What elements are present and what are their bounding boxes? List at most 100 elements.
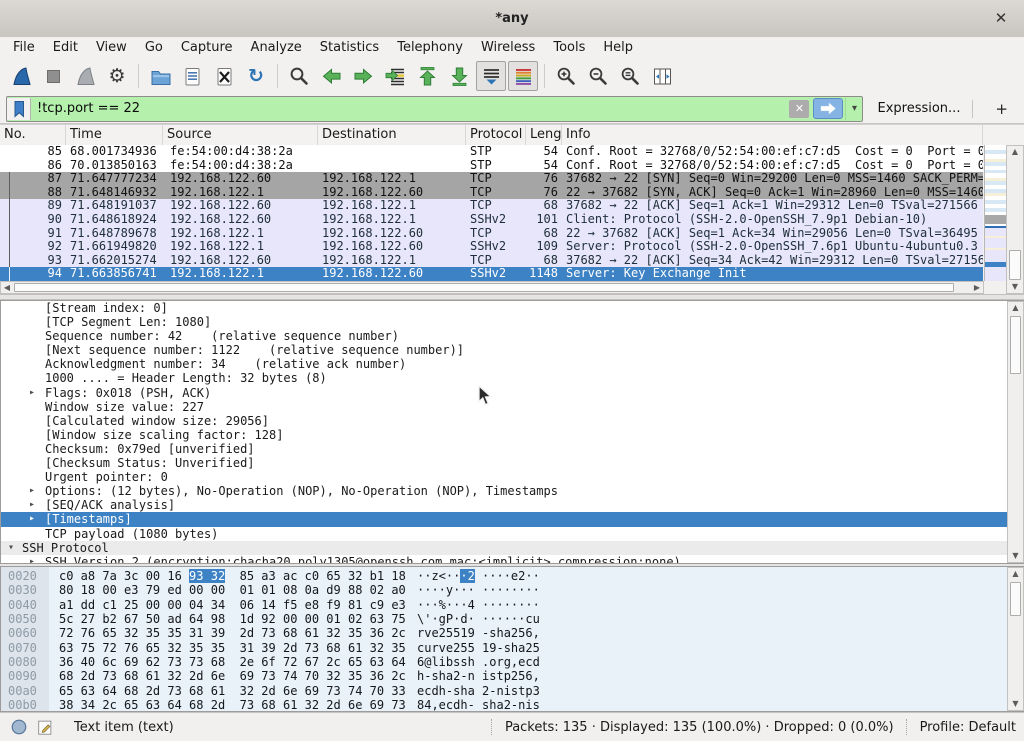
packet-row[interactable]: 9271.661949820192.168.122.1192.168.122.6… — [0, 240, 983, 254]
hex-ascii[interactable]: h-sha2-n istp256, — [417, 669, 540, 683]
menu-tools[interactable]: Tools — [544, 38, 594, 57]
filter-bookmark-button[interactable] — [7, 98, 31, 120]
hex-ascii[interactable]: rve25519 -sha256, — [417, 626, 540, 640]
display-filter-input[interactable]: !tcp.port == 22 ✕ ▾ — [6, 96, 863, 122]
packet-row[interactable]: 9171.648789678192.168.122.1192.168.122.6… — [0, 227, 983, 241]
expander-closed-icon[interactable]: ▸ — [29, 512, 35, 526]
filter-dropdown-button[interactable]: ▾ — [845, 98, 862, 120]
hex-row[interactable]: 00b038 34 2c 65 63 64 68 2d 73 68 61 32 … — [1, 698, 1023, 712]
menu-edit[interactable]: Edit — [44, 38, 87, 57]
hex-row[interactable]: 0020c0 a8 7a 3c 00 16 93 32 85 a3 ac c0 … — [1, 569, 1023, 583]
menu-view[interactable]: View — [87, 38, 136, 57]
detail-line[interactable]: ▸SSH Version 2 (encryption:chacha20_poly… — [1, 555, 1023, 564]
column-header-protocol[interactable]: Protocol — [466, 125, 526, 145]
detail-line[interactable]: Sequence number: 42 (relative sequence n… — [1, 329, 1023, 343]
add-filter-button[interactable]: + — [985, 100, 1018, 118]
packet-list-horizontal-scrollbar[interactable]: ◀ ▶ — [0, 281, 984, 294]
hex-ascii[interactable]: ····y··· ········ — [417, 583, 540, 597]
hex-row[interactable]: 00505c 27 b2 67 50 ad 64 98 1d 92 00 00 … — [1, 612, 1023, 626]
packet-row[interactable]: 8871.648146932192.168.122.1192.168.122.6… — [0, 186, 983, 200]
start-capture-button[interactable] — [6, 61, 36, 91]
resize-columns-button[interactable] — [647, 61, 677, 91]
hex-row[interactable]: 0040a1 dd c1 25 00 00 04 34 06 14 f5 e8 … — [1, 598, 1023, 612]
save-file-button[interactable] — [177, 61, 207, 91]
scroll-right-arrow[interactable]: ▶ — [971, 282, 983, 293]
title-bar[interactable]: *any ✕ — [0, 0, 1024, 38]
hex-bytes[interactable]: 80 18 00 e3 79 ed 00 00 01 01 08 0a d9 8… — [59, 583, 406, 597]
hex-row[interactable]: 003080 18 00 e3 79 ed 00 00 01 01 08 0a … — [1, 583, 1023, 597]
detail-line[interactable]: Acknowledgment number: 34 (relative ack … — [1, 357, 1023, 371]
restart-capture-button[interactable] — [70, 61, 100, 91]
packet-row[interactable]: 9071.648618924192.168.122.60192.168.122.… — [0, 213, 983, 227]
column-header-destination[interactable]: Destination — [318, 125, 466, 145]
column-header-length[interactable]: Length — [526, 125, 562, 145]
detail-line[interactable]: Checksum: 0x79ed [unverified] — [1, 442, 1023, 456]
hex-row[interactable]: 006072 76 65 32 35 35 31 39 2d 73 68 61 … — [1, 626, 1023, 640]
detail-line[interactable]: [Calculated window size: 29056] — [1, 414, 1023, 428]
hex-bytes[interactable]: c0 a8 7a 3c 00 16 93 32 85 a3 ac c0 65 3… — [59, 569, 406, 583]
hex-bytes[interactable]: 38 34 2c 65 63 64 68 2d 73 68 61 32 2d 6… — [59, 698, 406, 712]
menu-file[interactable]: File — [4, 38, 44, 57]
scroll-up-arrow[interactable]: ▲ — [1007, 146, 1023, 158]
profile-text[interactable]: Profile: Default — [920, 720, 1016, 735]
scroll-thumb[interactable] — [1010, 582, 1021, 616]
packet-row[interactable]: 8568.001734936fe:54:00:d4:38:2aSTP54Conf… — [0, 145, 983, 159]
packet-row[interactable]: 9471.663856741192.168.122.1192.168.122.6… — [0, 267, 983, 281]
scroll-thumb[interactable] — [1009, 250, 1021, 280]
hex-ascii[interactable]: curve255 19-sha25 — [417, 641, 540, 655]
detail-line[interactable]: ▸Flags: 0x018 (PSH, ACK) — [1, 386, 1023, 400]
expander-closed-icon[interactable]: ▸ — [29, 484, 35, 498]
scroll-thumb[interactable] — [14, 283, 954, 292]
scroll-down-arrow[interactable]: ▼ — [1008, 698, 1023, 710]
column-header-no[interactable]: No. — [0, 125, 66, 145]
scroll-left-arrow[interactable]: ◀ — [1, 282, 13, 293]
hex-bytes[interactable]: 5c 27 b2 67 50 ad 64 98 1d 92 00 00 01 0… — [59, 612, 406, 626]
menu-wireless[interactable]: Wireless — [472, 38, 544, 57]
hex-ascii[interactable]: 84,ecdh- sha2-nis — [417, 698, 540, 712]
hex-row[interactable]: 00a065 63 64 68 2d 73 68 61 32 2d 6e 69 … — [1, 684, 1023, 698]
hex-ascii[interactable]: ···%···4 ········ — [417, 598, 540, 612]
first-packet-button[interactable] — [412, 61, 442, 91]
detail-line[interactable]: ▸[Timestamps] — [1, 512, 1023, 526]
menu-go[interactable]: Go — [136, 38, 172, 57]
menu-capture[interactable]: Capture — [172, 38, 242, 57]
detail-line[interactable]: Window size value: 227 — [1, 400, 1023, 414]
menu-statistics[interactable]: Statistics — [311, 38, 388, 57]
scroll-up-arrow[interactable]: ▲ — [1008, 302, 1023, 314]
hex-row[interactable]: 007063 75 72 76 65 32 35 35 31 39 2d 73 … — [1, 641, 1023, 655]
packet-row[interactable]: 8771.647777234192.168.122.60192.168.122.… — [0, 172, 983, 186]
hex-bytes[interactable]: 65 63 64 68 2d 73 68 61 32 2d 6e 69 73 7… — [59, 684, 406, 698]
close-file-button[interactable] — [209, 61, 239, 91]
hex-bytes[interactable]: 72 76 65 32 35 35 31 39 2d 73 68 61 32 3… — [59, 626, 406, 640]
previous-packet-button[interactable] — [316, 61, 346, 91]
packet-list-vertical-scrollbar[interactable]: ▲ ▼ — [1006, 145, 1024, 294]
expander-closed-icon[interactable]: ▸ — [29, 555, 35, 564]
detail-line[interactable]: ▾SSH Protocol — [1, 541, 1023, 555]
hex-ascii[interactable]: ··z<···2 ····e2·· — [417, 569, 540, 583]
column-header-info[interactable]: Info — [562, 125, 983, 145]
capture-comment-icon[interactable] — [36, 718, 54, 736]
detail-vertical-scrollbar[interactable]: ▲ ▼ — [1007, 301, 1024, 563]
detail-line[interactable]: TCP payload (1080 bytes) — [1, 527, 1023, 541]
capture-options-button[interactable]: ⚙ — [102, 61, 132, 91]
detail-line[interactable]: [Stream index: 0] — [1, 301, 1023, 315]
filter-apply-button[interactable] — [813, 98, 843, 119]
menu-telephony[interactable]: Telephony — [388, 38, 472, 57]
hex-ascii[interactable]: \'·gP·d· ······cu — [417, 612, 540, 626]
packet-row[interactable]: 8971.648191037192.168.122.60192.168.122.… — [0, 199, 983, 213]
colorize-button[interactable] — [508, 61, 538, 91]
find-packet-button[interactable] — [284, 61, 314, 91]
zoom-out-button[interactable] — [583, 61, 613, 91]
detail-line[interactable]: Urgent pointer: 0 — [1, 470, 1023, 484]
expander-closed-icon[interactable]: ▸ — [29, 498, 35, 512]
detail-line[interactable]: [Checksum Status: Unverified] — [1, 456, 1023, 470]
go-to-packet-button[interactable] — [380, 61, 410, 91]
column-header-source[interactable]: Source — [163, 125, 318, 145]
packet-list-minimap[interactable] — [984, 145, 1006, 281]
stop-capture-button[interactable] — [38, 61, 68, 91]
hex-row[interactable]: 009068 2d 73 68 61 32 2d 6e 69 73 74 70 … — [1, 669, 1023, 683]
expander-open-icon[interactable]: ▾ — [8, 541, 14, 555]
packet-row[interactable]: 8670.013850163fe:54:00:d4:38:2aSTP54Conf… — [0, 159, 983, 173]
last-packet-button[interactable] — [444, 61, 474, 91]
packet-row[interactable]: 9371.662015274192.168.122.60192.168.122.… — [0, 254, 983, 268]
